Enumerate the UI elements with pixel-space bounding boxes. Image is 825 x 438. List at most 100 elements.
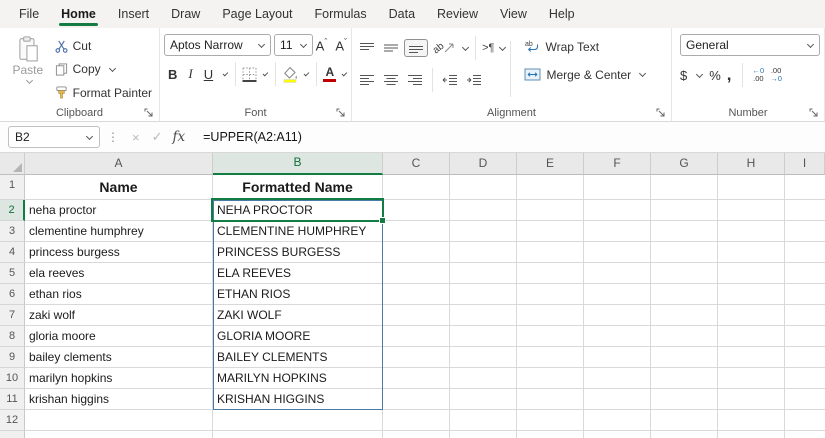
row-header-7[interactable]: 7 [0,305,25,326]
cell-a13[interactable] [25,431,213,438]
cell-a2[interactable]: neha proctor [25,200,213,221]
cancel-icon[interactable]: × [132,130,140,145]
tab-formulas[interactable]: Formulas [304,0,378,28]
insert-function-icon[interactable]: fx [173,129,186,145]
empty-cells[interactable] [383,347,825,368]
select-all-button[interactable] [0,153,25,175]
increase-indent-button[interactable] [463,72,485,88]
currency-button[interactable]: $ [680,68,687,83]
number-dialog-launcher[interactable] [809,108,819,118]
tab-file[interactable]: File [8,0,50,28]
cell-b1[interactable]: Formatted Name [213,175,383,200]
cell-a11[interactable]: krishan higgins [25,389,213,410]
enter-icon[interactable]: ✓ [152,129,163,145]
tab-draw[interactable]: Draw [160,0,211,28]
column-header-c[interactable]: C [383,153,450,175]
tab-help[interactable]: Help [538,0,586,28]
empty-cells[interactable] [383,389,825,410]
merge-center-button[interactable]: Merge & Center [521,64,649,85]
cell-a8[interactable]: gloria moore [25,326,213,347]
align-middle-button[interactable] [380,40,402,56]
increase-font-button[interactable]: Aˆ [316,37,328,53]
increase-decimal-button[interactable]: ←0 .00 [753,66,765,84]
italic-button[interactable]: I [184,65,196,83]
align-bottom-button[interactable] [404,39,428,57]
tab-data[interactable]: Data [378,0,426,28]
font-dialog-launcher[interactable] [336,108,346,118]
comma-style-button[interactable]: , [727,66,732,83]
cell-b12[interactable] [213,410,383,431]
row-header-6[interactable]: 6 [0,284,25,305]
column-header-h[interactable]: H [718,153,785,175]
empty-cells[interactable] [383,326,825,347]
text-direction-button[interactable]: >¶ [482,42,494,54]
align-left-button[interactable] [356,72,378,88]
align-right-button[interactable] [404,72,426,88]
cell-a1[interactable]: Name [25,175,213,200]
cell-a10[interactable]: marilyn hopkins [25,368,213,389]
name-box[interactable]: B2 [8,126,100,148]
cell-b2[interactable]: NEHA PROCTOR [213,200,383,221]
empty-cells[interactable] [383,410,825,431]
underline-button[interactable]: U [200,66,217,83]
percent-button[interactable]: % [709,68,721,83]
font-size-select[interactable]: 11 [274,34,313,56]
empty-cells[interactable] [383,200,825,221]
row-header-8[interactable]: 8 [0,326,25,347]
tab-insert[interactable]: Insert [107,0,160,28]
column-header-i[interactable]: I [785,153,825,175]
row-header-2[interactable]: 2 [0,200,25,221]
empty-cells[interactable] [383,431,825,438]
fill-color-button[interactable] [282,66,298,83]
formula-input[interactable]: =UPPER(A2:A11) [203,130,302,144]
cell-b8[interactable]: GLORIA MOORE [213,326,383,347]
column-header-a[interactable]: A [25,153,213,175]
align-top-button[interactable] [356,40,378,56]
cell-a3[interactable]: clementine humphrey [25,221,213,242]
font-name-select[interactable]: Aptos Narrow [164,34,272,56]
cell-b10[interactable]: MARILYN HOPKINS [213,368,383,389]
decrease-indent-button[interactable] [439,72,461,88]
empty-cells[interactable] [383,175,825,200]
wrap-text-button[interactable]: ab Wrap Text [521,36,649,57]
row-header-10[interactable]: 10 [0,368,25,389]
empty-cells[interactable] [383,263,825,284]
column-header-e[interactable]: E [517,153,584,175]
align-center-button[interactable] [380,72,402,88]
cell-b9[interactable]: BAILEY CLEMENTS [213,347,383,368]
column-header-f[interactable]: F [584,153,651,175]
decrease-decimal-button[interactable]: .00 →0 [770,66,782,84]
cell-b3[interactable]: CLEMENTINE HUMPHREY [213,221,383,242]
cell-b6[interactable]: ETHAN RIOS [213,284,383,305]
font-color-button[interactable]: A [323,66,337,82]
cell-a5[interactable]: ela reeves [25,263,213,284]
row-header-12[interactable]: 12 [0,410,25,431]
copy-button[interactable]: Copy [52,59,155,79]
format-painter-button[interactable]: Format Painter [52,83,155,103]
decrease-font-button[interactable]: Aˇ [335,37,347,53]
borders-button[interactable] [242,67,257,82]
cell-a9[interactable]: bailey clements [25,347,213,368]
clipboard-dialog-launcher[interactable] [144,108,154,118]
row-header-3[interactable]: 3 [0,221,25,242]
column-header-d[interactable]: D [450,153,517,175]
cell-a7[interactable]: zaki wolf [25,305,213,326]
row-header-13[interactable] [0,431,25,438]
row-header-4[interactable]: 4 [0,242,25,263]
empty-cells[interactable] [383,242,825,263]
orientation-button[interactable]: ab [430,40,457,56]
cut-button[interactable]: Cut [52,36,155,56]
tab-page-layout[interactable]: Page Layout [211,0,303,28]
cell-b11[interactable]: KRISHAN HIGGINS [213,389,383,410]
cell-b4[interactable]: PRINCESS BURGESS [213,242,383,263]
formula-bar-grip[interactable]: ⋮ [107,130,119,144]
empty-cells[interactable] [383,305,825,326]
bold-button[interactable]: B [164,66,181,83]
empty-cells[interactable] [383,221,825,242]
alignment-dialog-launcher[interactable] [656,108,666,118]
cell-b5[interactable]: ELA REEVES [213,263,383,284]
paste-button[interactable]: Paste [4,34,52,103]
number-format-select[interactable]: General [680,34,820,56]
empty-cells[interactable] [383,368,825,389]
column-header-g[interactable]: G [651,153,718,175]
